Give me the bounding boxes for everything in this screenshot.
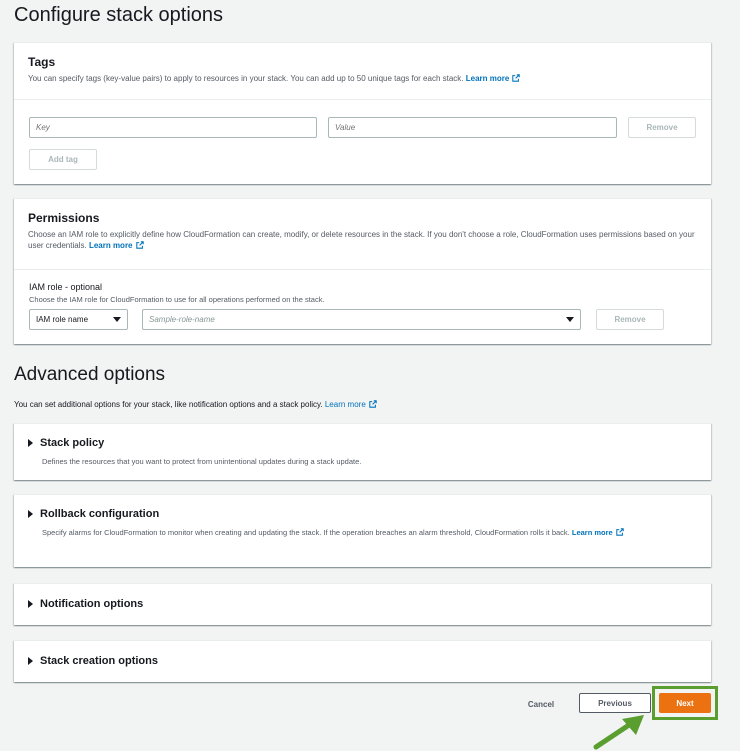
rollback-learn-more-link[interactable]: Learn more	[572, 528, 613, 537]
stack-creation-options-section[interactable]: Stack creation options	[14, 640, 711, 682]
external-link-icon	[616, 528, 624, 536]
notification-options-toggle[interactable]: Notification options	[28, 598, 697, 610]
external-link-icon	[135, 241, 144, 249]
tags-title: Tags	[28, 55, 56, 69]
rollback-configuration-title: Rollback configuration	[40, 508, 160, 520]
permissions-description: Choose an IAM role to explicitly define …	[28, 229, 697, 251]
tag-key-input[interactable]	[29, 117, 317, 138]
stack-creation-options-title: Stack creation options	[40, 655, 158, 667]
advanced-description-text: You can set additional options for your …	[14, 400, 323, 409]
tags-description: You can specify tags (key-value pairs) t…	[28, 73, 697, 84]
permissions-header: Permissions Choose an IAM role to explic…	[14, 199, 711, 270]
stack-policy-description: Defines the resources that you want to p…	[42, 457, 362, 466]
stack-policy-toggle[interactable]: Stack policy	[28, 437, 697, 449]
iam-role-name-select[interactable]: Sample-role-name	[142, 309, 581, 330]
tags-header: Tags You can specify tags (key-value pai…	[14, 43, 711, 100]
permissions-title: Permissions	[28, 211, 100, 225]
rollback-configuration-toggle[interactable]: Rollback configuration	[28, 508, 697, 520]
tags-panel: Tags You can specify tags (key-value pai…	[14, 42, 711, 184]
caret-down-icon	[113, 317, 121, 322]
caret-right-icon	[28, 439, 33, 447]
tag-value-input[interactable]	[328, 117, 617, 138]
tags-description-text: You can specify tags (key-value pairs) t…	[28, 74, 464, 83]
caret-down-icon	[566, 317, 574, 322]
cancel-button[interactable]: Cancel	[516, 694, 566, 714]
iam-role-type-select[interactable]: IAM role name	[29, 309, 128, 330]
iam-role-name-placeholder: Sample-role-name	[149, 315, 215, 324]
notification-options-title: Notification options	[40, 598, 144, 610]
rollback-description-text: Specify alarms for CloudFormation to mon…	[42, 528, 570, 537]
external-link-icon	[369, 400, 377, 408]
advanced-options-description: You can set additional options for your …	[14, 400, 377, 409]
permissions-panel: Permissions Choose an IAM role to explic…	[14, 198, 711, 344]
previous-button[interactable]: Previous	[579, 693, 651, 713]
caret-right-icon	[28, 510, 33, 518]
advanced-options-heading: Advanced options	[14, 364, 166, 385]
caret-right-icon	[28, 600, 33, 608]
stack-policy-section[interactable]: Stack policy Defines the resources that …	[14, 423, 711, 480]
iam-role-label: IAM role - optional	[29, 282, 103, 292]
notification-options-section[interactable]: Notification options	[14, 583, 711, 625]
advanced-learn-more-link[interactable]: Learn more	[325, 400, 366, 409]
page-title: Configure stack options	[14, 4, 224, 26]
iam-role-hint: Choose the IAM role for CloudFormation t…	[29, 295, 325, 304]
tags-learn-more-link[interactable]: Learn more	[466, 74, 510, 83]
add-tag-button[interactable]: Add tag	[29, 149, 97, 170]
tag-remove-button[interactable]: Remove	[628, 117, 696, 138]
stack-creation-options-toggle[interactable]: Stack creation options	[28, 655, 697, 667]
external-link-icon	[512, 74, 521, 82]
caret-right-icon	[28, 657, 33, 665]
iam-role-remove-button[interactable]: Remove	[596, 309, 664, 330]
rollback-configuration-description: Specify alarms for CloudFormation to mon…	[42, 527, 697, 538]
stack-policy-title: Stack policy	[40, 437, 105, 449]
permissions-learn-more-link[interactable]: Learn more	[89, 241, 133, 250]
arrow-icon	[593, 715, 644, 750]
next-button[interactable]: Next	[659, 693, 711, 713]
iam-role-type-value: IAM role name	[36, 315, 89, 324]
rollback-configuration-section[interactable]: Rollback configuration Specify alarms fo…	[14, 494, 711, 567]
